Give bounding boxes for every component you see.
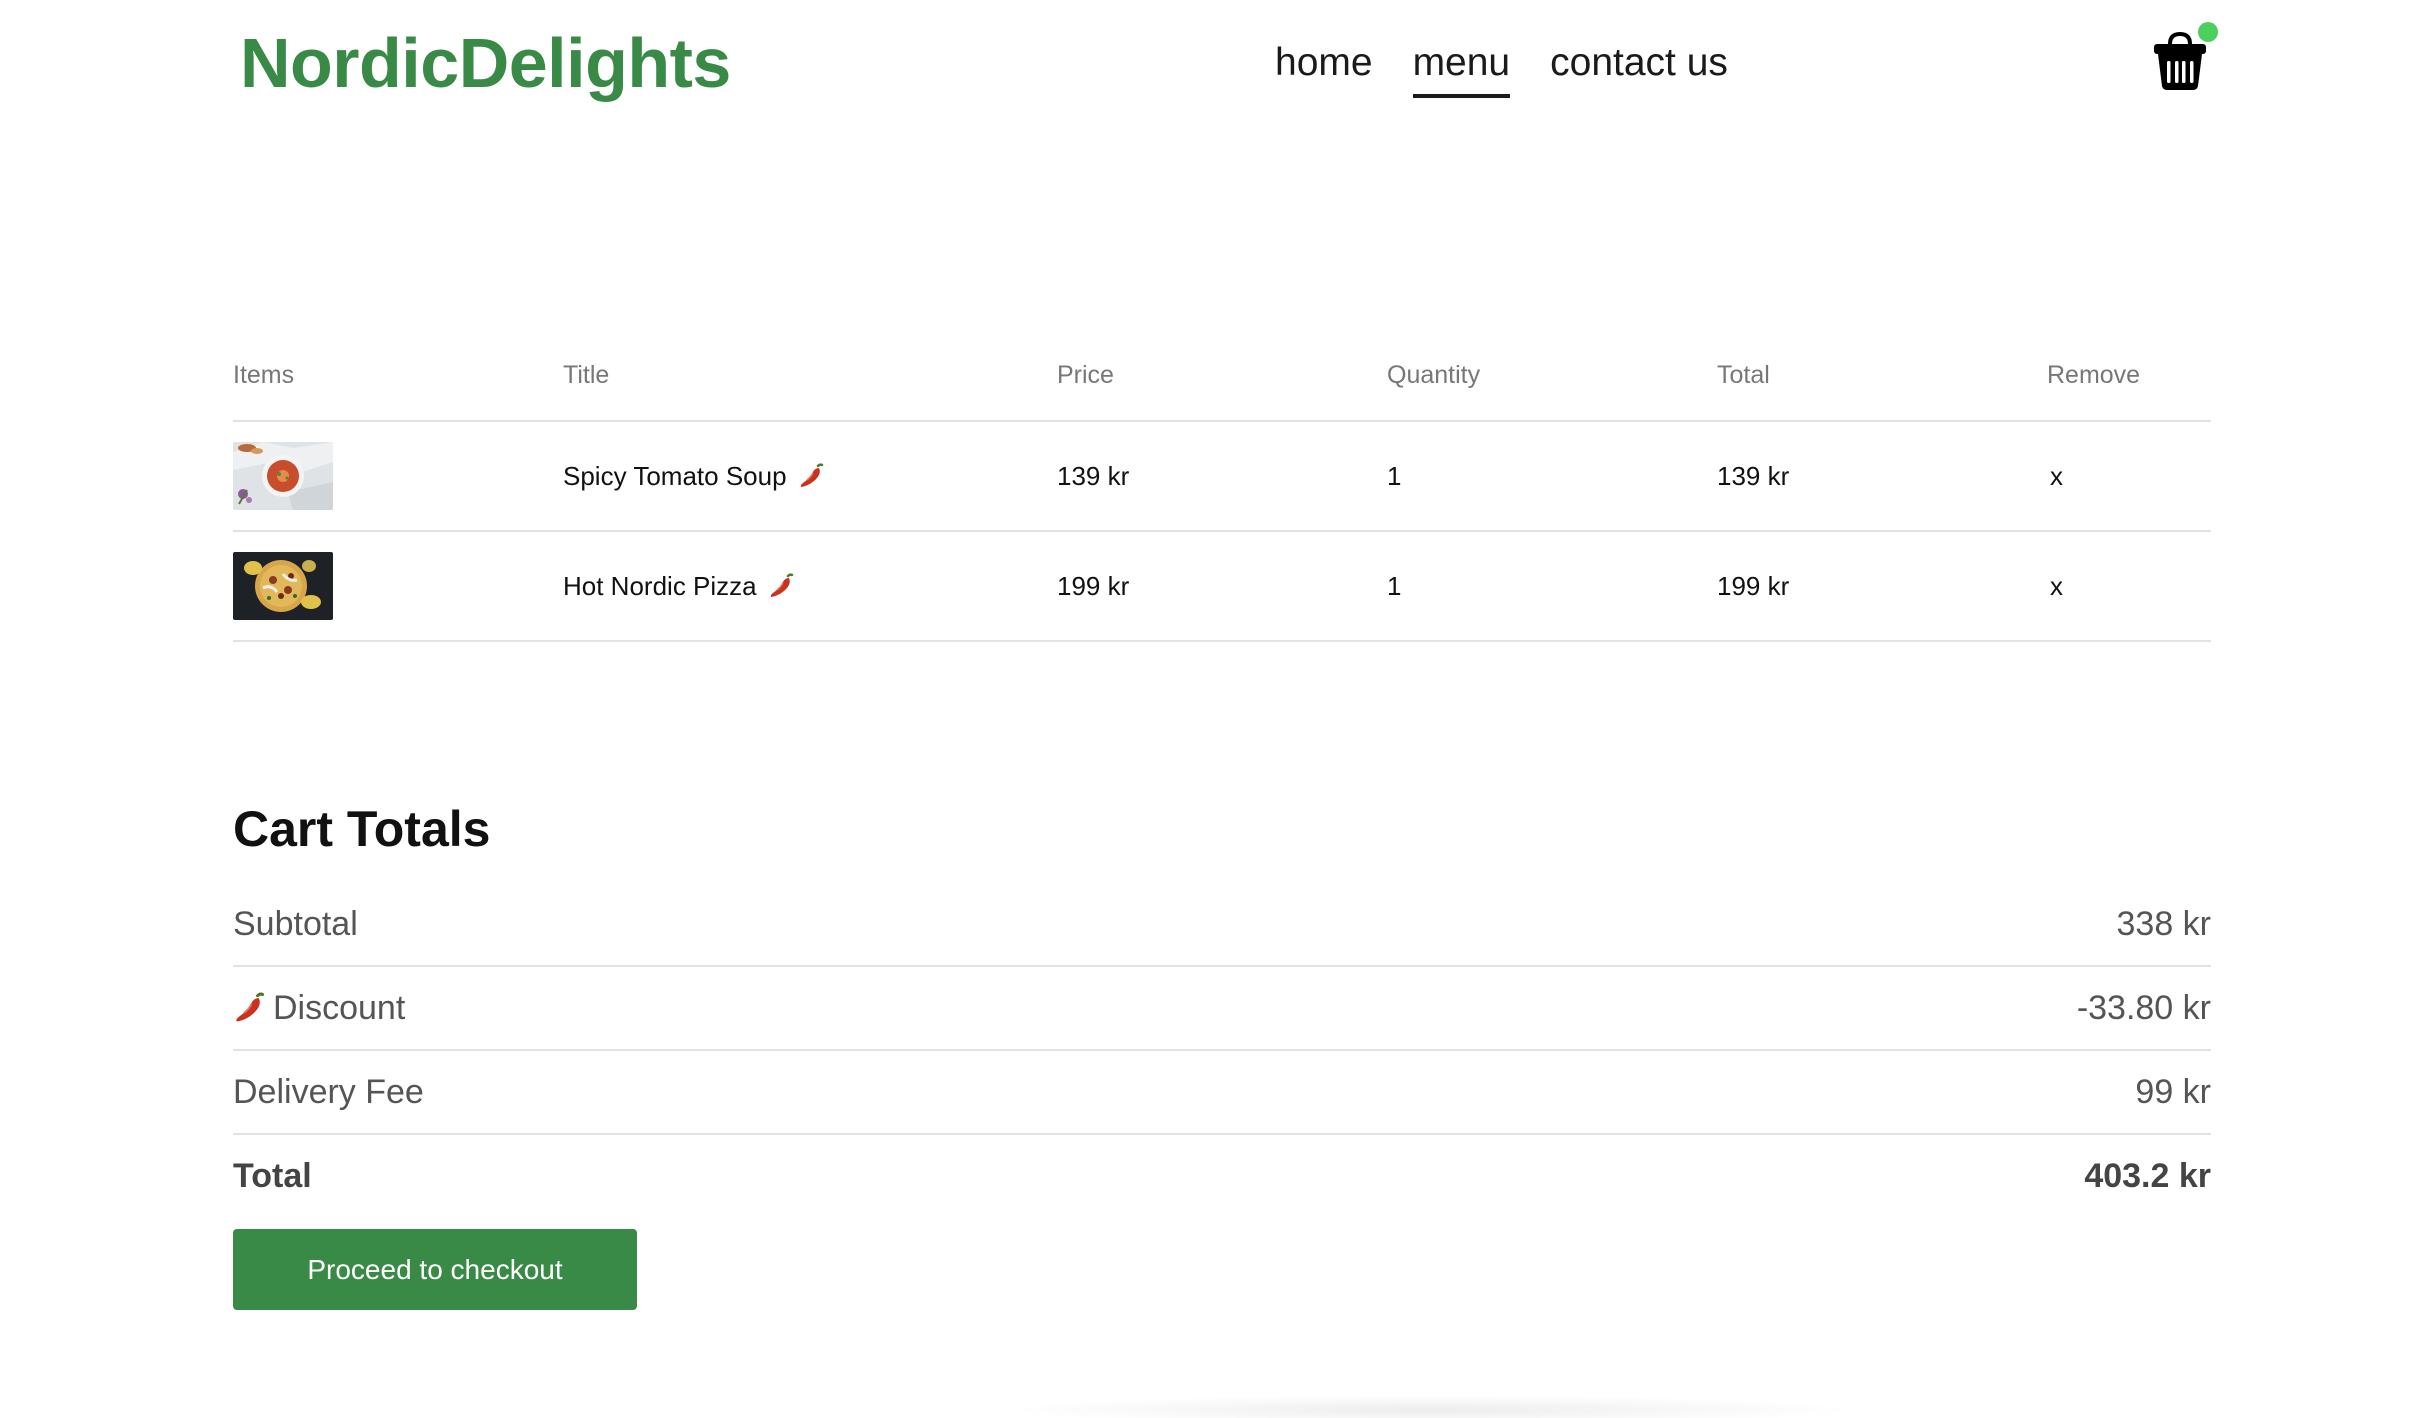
main-nav: home menu contact us bbox=[1275, 38, 1728, 98]
grand-total-row: Total 403.2 kr bbox=[233, 1135, 2211, 1217]
item-title: Spicy Tomato Soup bbox=[563, 460, 787, 491]
item-total: 199 kr bbox=[1717, 570, 1790, 601]
nav-item-contact-us[interactable]: contact us bbox=[1550, 38, 1728, 98]
chili-icon bbox=[233, 992, 265, 1024]
item-title: Hot Nordic Pizza bbox=[563, 570, 757, 601]
nav-item-menu[interactable]: menu bbox=[1412, 38, 1511, 98]
cart-indicator-dot bbox=[2198, 22, 2218, 42]
item-image-cell bbox=[233, 552, 563, 620]
delivery-fee-label: Delivery Fee bbox=[233, 1072, 424, 1111]
discount-label-wrap: Discount bbox=[233, 989, 405, 1028]
column-header-items: Items bbox=[233, 360, 295, 389]
cart-totals: Cart Totals Subtotal 338 kr Discount -33… bbox=[233, 793, 2211, 1217]
chili-icon bbox=[798, 462, 824, 489]
nav-item-home[interactable]: home bbox=[1275, 38, 1373, 98]
chili-icon bbox=[768, 572, 794, 599]
subtotal-value: 338 kr bbox=[2116, 904, 2212, 943]
item-title-cell: Spicy Tomato Soup bbox=[563, 461, 1057, 492]
cart-row: Hot Nordic Pizza 199 kr 1 199 kr x bbox=[233, 532, 2211, 642]
subtotal-row: Subtotal 338 kr bbox=[233, 883, 2211, 967]
grand-total-value: 403.2 kr bbox=[2084, 1156, 2211, 1195]
subtotal-label: Subtotal bbox=[233, 904, 358, 943]
remove-item-button[interactable]: x bbox=[2047, 571, 2211, 602]
column-header-title: Title bbox=[563, 360, 610, 389]
item-price: 139 kr bbox=[1057, 460, 1130, 491]
cart-table-header: Items Title Price Quantity Total Remove bbox=[233, 330, 2211, 422]
nordic-pizza-thumbnail bbox=[233, 552, 333, 620]
remove-item-button[interactable]: x bbox=[2047, 461, 2211, 492]
column-header-quantity: Quantity bbox=[1387, 360, 1481, 389]
proceed-to-checkout-button[interactable]: Proceed to checkout bbox=[233, 1229, 637, 1310]
column-header-price: Price bbox=[1057, 360, 1114, 389]
delivery-fee-row: Delivery Fee 99 kr bbox=[233, 1051, 2211, 1135]
navbar: NordicDelights home menu contact us bbox=[0, 0, 2432, 130]
logo[interactable]: NordicDelights bbox=[240, 18, 731, 108]
cart-totals-title: Cart Totals bbox=[233, 801, 491, 857]
column-header-remove: Remove bbox=[2047, 360, 2141, 389]
item-quantity: 1 bbox=[1387, 460, 1402, 491]
bottom-shadow bbox=[1000, 1395, 1860, 1418]
page: NordicDelights home menu contact us Item… bbox=[0, 0, 2432, 1418]
grand-total-label: Total bbox=[233, 1156, 312, 1195]
discount-value: -33.80 kr bbox=[2076, 988, 2211, 1027]
item-image-cell bbox=[233, 442, 563, 510]
item-quantity: 1 bbox=[1387, 570, 1402, 601]
tomato-soup-thumbnail bbox=[233, 442, 333, 510]
cart-row: Spicy Tomato Soup 139 kr 1 139 kr x bbox=[233, 422, 2211, 532]
cart-table: Items Title Price Quantity Total Remove bbox=[233, 330, 2211, 642]
item-total: 139 kr bbox=[1717, 460, 1790, 491]
discount-row: Discount -33.80 kr bbox=[233, 967, 2211, 1051]
item-price: 199 kr bbox=[1057, 570, 1130, 601]
item-title-cell: Hot Nordic Pizza bbox=[563, 571, 1057, 602]
column-header-total: Total bbox=[1717, 360, 1770, 389]
delivery-fee-value: 99 kr bbox=[2135, 1072, 2211, 1111]
discount-label: Discount bbox=[273, 988, 406, 1027]
